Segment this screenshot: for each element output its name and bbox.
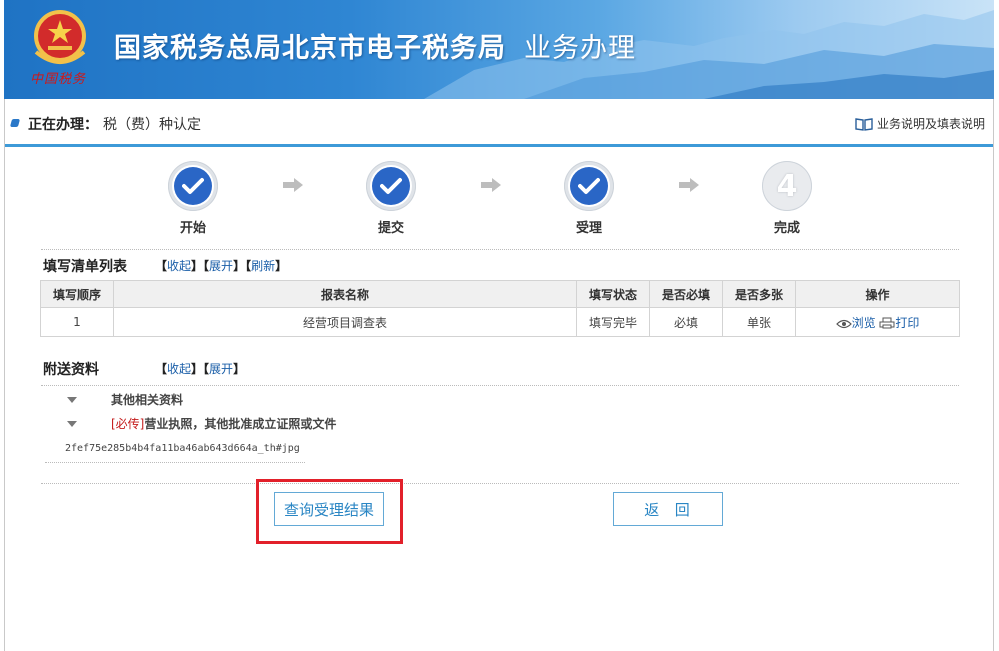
header-banner: 中国税务 国家税务总局北京市电子税务局 业务办理 — [4, 0, 994, 99]
view-link-label: 浏览 — [851, 315, 876, 330]
cell-operations: 浏览 打印 — [795, 307, 960, 337]
fill-list-title: 填写清单列表 — [43, 259, 127, 275]
cell-required: 必填 — [649, 307, 723, 337]
cell-status: 填写完毕 — [576, 307, 650, 337]
banner-title-sub: 业务办理 — [524, 33, 636, 64]
view-link[interactable]: 浏览 — [835, 315, 880, 330]
attachments-collapse-link[interactable]: 收起 — [167, 362, 191, 376]
step-circle: 4 — [762, 161, 812, 211]
divider — [41, 385, 959, 386]
cell-report-name: 经营项目调查表 — [113, 307, 577, 337]
step-circle — [564, 161, 614, 211]
column-header: 是否必填 — [649, 280, 723, 308]
column-header: 是否多张 — [722, 280, 796, 308]
attachments-expand-link[interactable]: 展开 — [209, 362, 233, 376]
step-label: 完成 — [773, 221, 800, 236]
banner-title: 国家税务总局北京市电子税务局 业务办理 — [114, 26, 636, 65]
divider — [41, 483, 959, 484]
required-tag: [必传] — [111, 417, 145, 431]
print-link[interactable]: 打印 — [879, 316, 919, 330]
printer-icon — [879, 317, 895, 328]
logo-text: 中国税务 — [30, 72, 87, 87]
check-icon — [182, 178, 204, 194]
cell-multi: 单张 — [722, 307, 796, 337]
column-header: 填写顺序 — [40, 280, 114, 308]
cell-order: 1 — [40, 307, 114, 337]
attachments-title: 附送资料 — [43, 362, 99, 378]
help-link-label: 业务说明及填表说明 — [876, 117, 985, 131]
step-arrow-icon — [679, 178, 699, 192]
refresh-link[interactable]: 刷新 — [251, 259, 275, 273]
check-icon — [578, 178, 600, 194]
column-header: 报表名称 — [113, 280, 577, 308]
attachment-item[interactable]: 其他相关资料 — [67, 391, 183, 408]
attachment-filename[interactable]: 2fef75e285b4b4fa11ba46ab643d664a_th#jpg — [65, 443, 300, 454]
eye-icon — [835, 319, 852, 328]
divider — [45, 462, 305, 463]
print-link-label: 打印 — [895, 315, 920, 330]
triangle-down-icon — [67, 396, 77, 403]
help-link[interactable]: 业务说明及填表说明 — [855, 115, 985, 132]
attachments-links: 【收起】【展开】 — [155, 362, 246, 376]
check-icon — [380, 178, 402, 194]
highlight-box — [256, 479, 403, 544]
column-header: 填写状态 — [576, 280, 650, 308]
bullet-icon — [9, 119, 21, 127]
current-task-value: 税（费）种认定 — [103, 117, 201, 133]
step-label: 开始 — [179, 221, 206, 236]
expand-link[interactable]: 展开 — [209, 259, 233, 273]
attachment-item[interactable]: [必传] 营业执照，其他批准成立证照或文件 — [67, 415, 336, 432]
current-task-label: 正在办理： — [28, 117, 98, 133]
attachment-item-label: 其他相关资料 — [111, 393, 184, 407]
column-header: 操作 — [795, 280, 960, 308]
attachment-item-label: 营业执照，其他批准成立证照或文件 — [144, 417, 337, 431]
table-header-row: 填写顺序 报表名称 填写状态 是否必填 是否多张 操作 — [40, 280, 960, 308]
step-arrow-icon — [283, 178, 303, 192]
collapse-link[interactable]: 收起 — [167, 259, 191, 273]
main-panel: 正在办理： 税（费）种认定 业务说明及填表说明 开始 提交 受理 4 完成 填写… — [4, 99, 994, 651]
step-label: 受理 — [575, 221, 602, 236]
step-accept: 受理 — [549, 161, 629, 236]
step-number: 4 — [776, 168, 798, 204]
fill-list-table: 填写顺序 报表名称 填写状态 是否必填 是否多张 操作 1 经营项目调查表 填写… — [40, 280, 960, 337]
book-icon — [855, 117, 873, 131]
table-row: 1 经营项目调查表 填写完毕 必填 单张 浏览 打印 — [40, 307, 960, 337]
banner-title-main: 国家税务总局北京市电子税务局 — [114, 33, 506, 64]
triangle-down-icon — [67, 420, 77, 427]
divider — [41, 249, 959, 250]
step-arrow-icon — [481, 178, 501, 192]
step-circle — [168, 161, 218, 211]
step-label: 提交 — [377, 221, 404, 236]
step-circle — [366, 161, 416, 211]
step-submit: 提交 — [351, 161, 431, 236]
back-button[interactable]: 返 回 — [613, 492, 723, 526]
fill-list-links: 【收起】【展开】【刷新】 — [155, 259, 288, 273]
step-complete: 4 完成 — [747, 161, 827, 236]
step-start: 开始 — [153, 161, 233, 236]
current-task-bar: 正在办理： 税（费）种认定 业务说明及填表说明 — [5, 99, 993, 147]
tax-emblem-icon — [34, 10, 86, 64]
